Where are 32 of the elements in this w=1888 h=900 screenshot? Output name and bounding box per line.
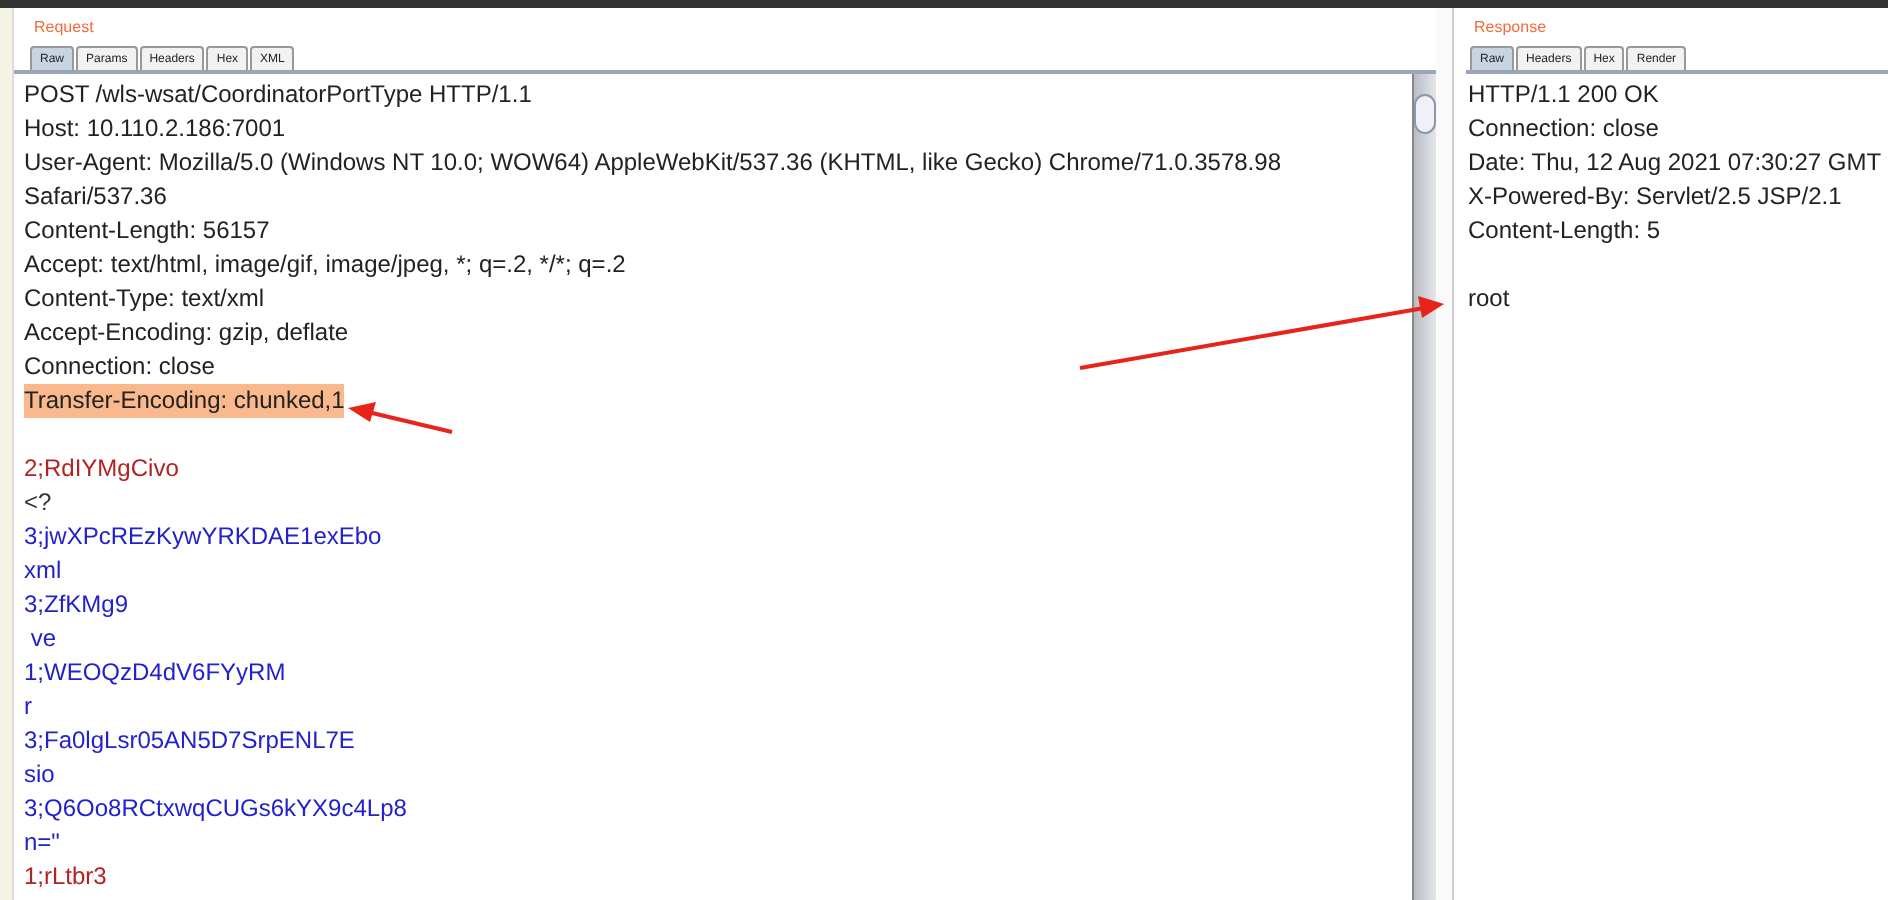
request-title: Request bbox=[32, 16, 96, 40]
request-header-line: Content-Type: text/xml bbox=[24, 282, 265, 316]
request-header-line: Accept-Encoding: gzip, deflate bbox=[24, 316, 349, 350]
vertical-scrollbar[interactable] bbox=[1412, 74, 1436, 900]
response-title: Response bbox=[1472, 16, 1549, 40]
request-body-line: 3;jwXPcREzKywYRKDAE1exEbo bbox=[24, 520, 382, 554]
request-header-line: Content-Length: 56157 bbox=[24, 214, 270, 248]
request-body-line: 3;ZfKMg9 bbox=[24, 588, 129, 622]
request-body-line: 2;RdIYMgCivo bbox=[24, 452, 179, 486]
response-header-line: X-Powered-By: Servlet/2.5 JSP/2.1 bbox=[1468, 180, 1842, 214]
request-header-line: Safari/537.36 bbox=[24, 180, 167, 214]
request-body-line: <? bbox=[24, 486, 52, 520]
request-body-line: r bbox=[24, 690, 32, 724]
request-body-line: ve bbox=[28, 622, 57, 656]
request-body-line: 3;Fa0lgLsr05AN5D7SrpENL7E bbox=[24, 724, 355, 758]
request-header-line: Host: 10.110.2.186:7001 bbox=[24, 112, 286, 146]
response-header-line: HTTP/1.1 200 OK bbox=[1468, 78, 1659, 112]
annotation-arrow bbox=[348, 402, 453, 434]
request-body-line: 1;rLtbr3 bbox=[24, 860, 107, 894]
request-header-line: User-Agent: Mozilla/5.0 (Windows NT 10.0; WOW64) AppleWebKit/537.36 (KHTML, like Gecko) Chrome/71.0.3578.98 bbox=[24, 146, 1281, 180]
request-body-line: 1;WEOQzD4dV6FYyRM bbox=[24, 656, 286, 690]
request-header-line: POST /wls-wsat/CoordinatorPortType HTTP/1.1 bbox=[24, 78, 532, 112]
request-body-line: n=" bbox=[24, 826, 60, 860]
request-body-line: 3;Q6Oo8RCtxwqCUGs6kYX9c4Lp8 bbox=[24, 792, 407, 826]
request-header-line: Connection: close bbox=[24, 350, 215, 384]
request-header-line: Accept: text/html, image/gif, image/jpeg, *; q=.2, */*; q=.2 bbox=[24, 248, 626, 282]
request-body-line: xml bbox=[24, 554, 62, 588]
request-body-line: sio bbox=[24, 758, 55, 792]
response-body-line: root bbox=[1468, 282, 1510, 316]
response-header-line: Content-Length: 5 bbox=[1468, 214, 1661, 248]
response-header-line: Connection: close bbox=[1468, 112, 1659, 146]
response-header-line: Date: Thu, 12 Aug 2021 07:30:27 GMT bbox=[1468, 146, 1882, 180]
